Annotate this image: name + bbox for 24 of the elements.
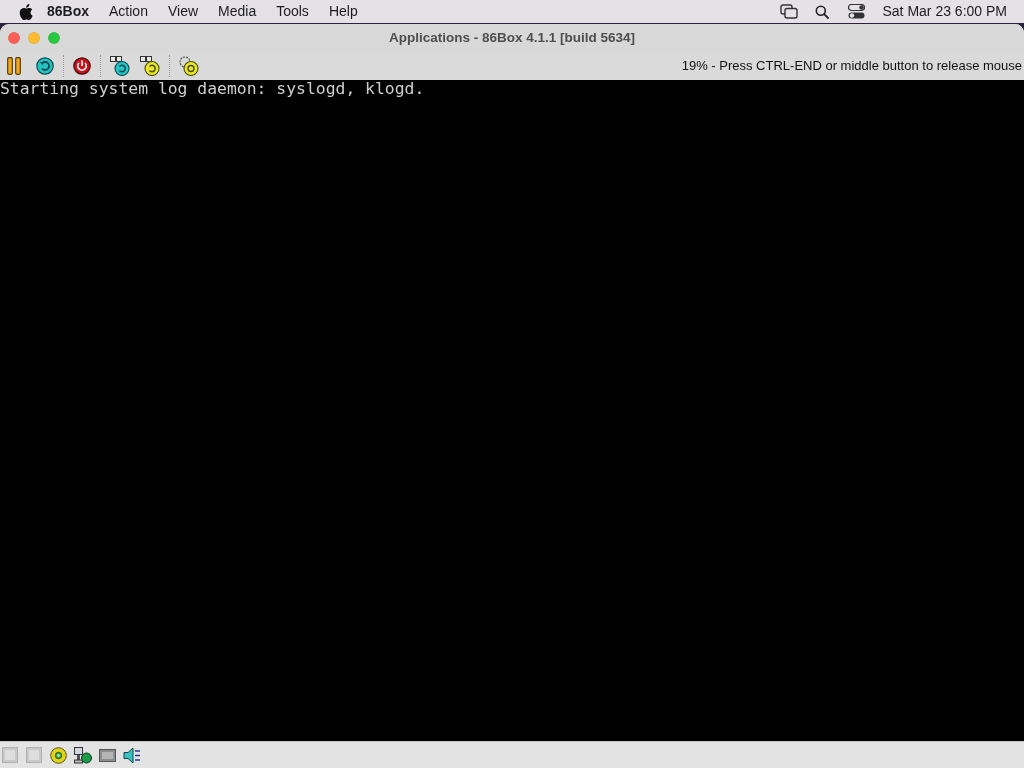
apple-icon[interactable]	[19, 3, 33, 20]
toggles-icon[interactable]	[848, 4, 866, 19]
disc-icon[interactable]	[50, 746, 67, 764]
status-message: 19% - Press CTRL-END or middle button to release mouse	[681, 57, 1023, 76]
menu-item[interactable]: Tools	[276, 1, 309, 22]
windows-icon[interactable]	[780, 4, 799, 19]
network-icon[interactable]	[74, 746, 92, 764]
speaker-icon[interactable]	[123, 746, 141, 764]
keys-reset-icon[interactable]	[110, 56, 130, 76]
menu-bar-clock[interactable]: Sat Mar 23 6:00 PM	[882, 1, 1007, 22]
keys-escape-icon[interactable]	[140, 56, 160, 76]
drive-icon[interactable]	[99, 748, 116, 762]
power-icon[interactable]	[73, 57, 91, 75]
settings-icon[interactable]	[179, 56, 199, 76]
search-icon[interactable]	[815, 4, 830, 19]
reset-icon[interactable]	[36, 57, 54, 75]
pause-icon[interactable]	[7, 57, 21, 75]
window-title: Applications - 86Box 4.1.1 [build 5634]	[388, 28, 636, 47]
console-line: Starting system log daemon: syslogd, klogd.	[0, 80, 426, 98]
menu-item[interactable]: View	[167, 1, 199, 22]
app-menu[interactable]: 86Box	[47, 1, 90, 22]
menu-item[interactable]: Action	[109, 1, 148, 22]
menu-item[interactable]: Help	[328, 1, 358, 22]
menu-item[interactable]: Media	[218, 1, 257, 22]
